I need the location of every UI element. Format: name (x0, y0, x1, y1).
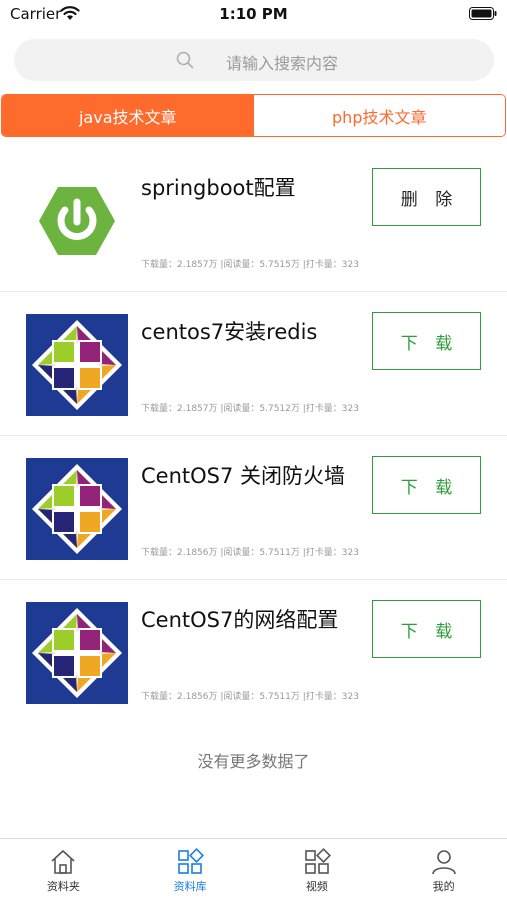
download-button[interactable]: 下 载 (372, 456, 481, 514)
spring-logo-icon (39, 187, 115, 255)
grid-icon (305, 848, 331, 874)
list-item[interactable]: CentOS7 关闭防火墙 下 载 下载量：2.1856万 |阅读量：5.751… (0, 436, 507, 580)
list-item[interactable]: springboot配置 删 除 下载量：2.1857万 |阅读量：5.7515… (0, 148, 507, 292)
article-stats: 下载量：2.1856万 |阅读量：5.7511万 |打卡量：323 (141, 548, 359, 558)
article-stats: 下载量：2.1857万 |阅读量：5.7515万 |打卡量：323 (141, 260, 359, 270)
no-more-data-label: 没有更多数据了 (197, 752, 310, 771)
search-input[interactable]: 请输入搜索内容 (226, 50, 338, 74)
user-icon (431, 850, 456, 875)
bottom-tab-bar: 资料夹 资料库 视频 我的 (0, 838, 507, 900)
tabbar-label: 资料库 (173, 880, 207, 893)
app-screen: Carrier 1:10 PM 请输入搜索内容 java技术文章 php技术文章 (0, 0, 507, 900)
article-category-tabs: java技术文章 php技术文章 (1, 94, 506, 137)
tab-php[interactable]: php技术文章 (253, 95, 505, 136)
article-stats: 下载量：2.1856万 |阅读量：5.7511万 |打卡量：323 (141, 692, 359, 702)
download-button[interactable]: 下 载 (372, 600, 481, 658)
centos-logo-icon (26, 458, 128, 560)
tab-java[interactable]: java技术文章 (2, 95, 254, 136)
list-item[interactable]: CentOS7的网络配置 下 载 下载量：2.1856万 |阅读量：5.7511… (0, 580, 507, 724)
grid-icon (178, 848, 205, 874)
search-icon (176, 51, 194, 69)
article-title[interactable]: CentOS7 关闭防火墙 (141, 460, 366, 490)
article-title[interactable]: CentOS7的网络配置 (141, 604, 366, 634)
tabbar-label: 视频 (305, 880, 328, 893)
tabbar-item-profile[interactable]: 我的 (380, 839, 507, 900)
search-bar[interactable]: 请输入搜索内容 (14, 39, 494, 81)
battery-icon (469, 7, 497, 20)
centos-logo-icon (26, 602, 128, 704)
status-time: 1:10 PM (219, 5, 288, 23)
tabbar-item-video[interactable]: 视频 (254, 839, 381, 900)
centos-logo-icon (26, 314, 128, 416)
home-icon (51, 850, 75, 874)
delete-button[interactable]: 删 除 (372, 168, 481, 226)
tabbar-label: 我的 (432, 880, 455, 893)
list-item[interactable]: centos7安装redis 下 载 下载量：2.1857万 |阅读量：5.75… (0, 292, 507, 436)
tabbar-item-library[interactable]: 资料库 (127, 839, 254, 900)
article-stats: 下载量：2.1857万 |阅读量：5.7512万 |打卡量：323 (141, 404, 359, 414)
status-bar: Carrier 1:10 PM (0, 0, 507, 28)
article-list: springboot配置 删 除 下载量：2.1857万 |阅读量：5.7515… (0, 148, 507, 724)
tabbar-label: 资料夹 (46, 880, 80, 893)
download-button[interactable]: 下 载 (372, 312, 481, 370)
article-title[interactable]: centos7安装redis (141, 316, 366, 346)
tabbar-item-folder[interactable]: 资料夹 (0, 839, 127, 900)
article-title[interactable]: springboot配置 (141, 172, 366, 202)
